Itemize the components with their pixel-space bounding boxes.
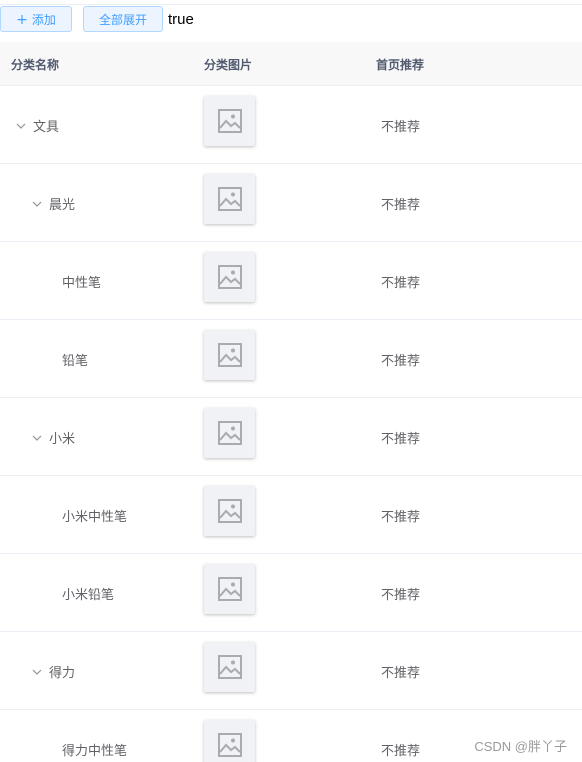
- image-placeholder-icon: [217, 577, 242, 601]
- table-header: 分类名称 分类图片 首页推荐: [0, 42, 582, 86]
- image-placeholder-icon: [217, 655, 242, 679]
- category-name-cell: 得力: [31, 662, 75, 681]
- category-name: 中性笔: [62, 276, 102, 291]
- category-name-cell: 文具: [15, 116, 59, 135]
- category-name: 文具: [33, 120, 60, 135]
- image-placeholder-icon: [217, 109, 242, 133]
- chevron-down-icon[interactable]: [31, 432, 43, 444]
- chevron-down-icon[interactable]: [31, 666, 43, 678]
- table-row: 小米铅笔 不推荐: [0, 554, 582, 632]
- home-recommend-status: 不推荐: [381, 510, 421, 525]
- category-name: 铅笔: [62, 354, 89, 369]
- category-image[interactable]: [204, 642, 255, 692]
- add-button[interactable]: + 添加: [0, 6, 72, 32]
- home-recommend-status: 不推荐: [381, 120, 421, 135]
- category-image[interactable]: [204, 564, 255, 614]
- image-placeholder-icon: [217, 265, 242, 289]
- home-recommend-status: 不推荐: [381, 354, 421, 369]
- home-recommend-status: 不推荐: [381, 276, 421, 291]
- top-divider: [0, 4, 582, 5]
- chevron-down-icon[interactable]: [31, 198, 43, 210]
- table-row: 晨光 不推荐: [0, 164, 582, 242]
- category-image[interactable]: [204, 408, 255, 458]
- category-image[interactable]: [204, 174, 255, 224]
- home-recommend-status: 不推荐: [381, 588, 421, 603]
- toolbar: + 添加 全部展开 true: [0, 6, 582, 36]
- add-button-label: 添加: [31, 13, 56, 27]
- home-recommend-status: 不推荐: [381, 198, 421, 213]
- image-placeholder-icon: [217, 343, 242, 367]
- category-name: 小米中性笔: [62, 510, 128, 525]
- header-category-name: 分类名称: [11, 58, 60, 72]
- category-name: 晨光: [49, 198, 76, 213]
- category-image[interactable]: [204, 96, 255, 146]
- table-row: 铅笔 不推荐: [0, 320, 582, 398]
- table-row: 小米 不推荐: [0, 398, 582, 476]
- category-image[interactable]: [204, 330, 255, 380]
- category-image[interactable]: [204, 252, 255, 302]
- category-name-cell: 中性笔: [62, 272, 101, 291]
- category-name: 得力: [49, 666, 76, 681]
- state-text: true: [168, 11, 194, 28]
- image-placeholder-icon: [217, 733, 242, 757]
- table-body: 文具 不推荐 晨光 不推荐 中性笔 不推荐 铅笔 不推荐 小米 不推荐 小米中性笔 不推荐 小米铅笔 不推…: [0, 86, 582, 762]
- table-row: 得力 不推荐: [0, 632, 582, 710]
- header-home-recommend: 首页推荐: [376, 58, 425, 72]
- category-name-cell: 小米: [31, 428, 75, 447]
- home-recommend-status: 不推荐: [381, 666, 421, 681]
- expand-all-label: 全部展开: [98, 13, 147, 27]
- image-placeholder-icon: [217, 499, 242, 523]
- category-name: 小米: [49, 432, 76, 447]
- plus-icon: +: [16, 12, 28, 28]
- image-placeholder-icon: [217, 187, 242, 211]
- category-image[interactable]: [204, 486, 255, 536]
- category-table: 分类名称 分类图片 首页推荐 文具 不推荐 晨光 不推荐 中性笔 不推荐 铅笔 不推荐 小米 不推…: [0, 42, 582, 762]
- category-name-cell: 铅笔: [62, 350, 88, 369]
- table-row: 中性笔 不推荐: [0, 242, 582, 320]
- category-name-cell: 晨光: [31, 194, 75, 213]
- category-name-cell: 得力中性笔: [62, 740, 127, 759]
- image-placeholder-icon: [217, 421, 242, 445]
- watermark: CSDN @胖丫子: [474, 739, 567, 754]
- table-row: 文具 不推荐: [0, 86, 582, 164]
- header-category-image: 分类图片: [204, 58, 253, 72]
- home-recommend-status: 不推荐: [381, 432, 421, 447]
- category-name-cell: 小米铅笔: [62, 584, 114, 603]
- category-name-cell: 小米中性笔: [62, 506, 127, 525]
- expand-all-button[interactable]: 全部展开: [83, 6, 163, 32]
- category-image[interactable]: [204, 720, 255, 762]
- category-name: 得力中性笔: [62, 744, 128, 759]
- table-row: 小米中性笔 不推荐: [0, 476, 582, 554]
- home-recommend-status: 不推荐: [381, 744, 421, 759]
- category-name: 小米铅笔: [62, 588, 115, 603]
- chevron-down-icon[interactable]: [15, 120, 27, 132]
